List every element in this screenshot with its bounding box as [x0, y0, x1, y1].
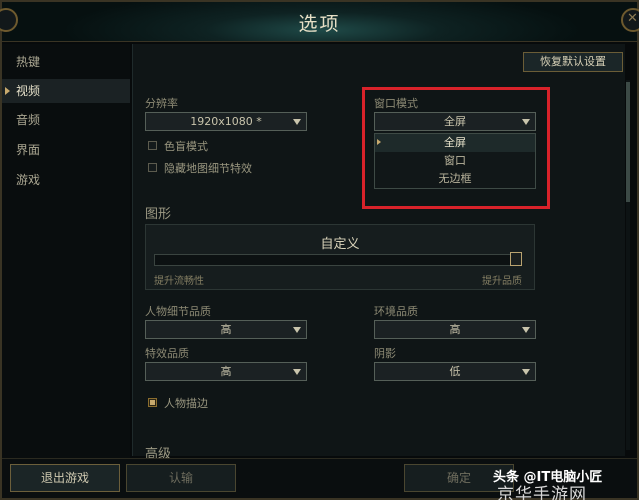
chevron-down-icon — [293, 119, 301, 125]
character-quality-value: 高 — [220, 323, 232, 336]
shadow-quality-value: 低 — [449, 365, 461, 378]
sidebar-item-video[interactable]: 视频 — [2, 79, 130, 103]
graphics-slider-track[interactable] — [154, 254, 522, 266]
environment-quality-value: 高 — [449, 323, 461, 336]
colorblind-checkbox[interactable] — [148, 141, 157, 150]
chevron-down-icon — [522, 327, 530, 333]
character-outline-label: 人物描边 — [164, 397, 208, 410]
sidebar-item-hotkeys[interactable]: 热键 — [2, 50, 130, 74]
exit-game-button[interactable]: 退出游戏 — [10, 464, 120, 492]
close-icon: ✕ — [627, 11, 638, 26]
watermark-line-2: 京华手游网 — [497, 485, 587, 500]
sidebar: 热键 视频 音频 界面 游戏 — [2, 44, 130, 460]
sidebar-item-game[interactable]: 游戏 — [2, 168, 130, 192]
effects-quality-value: 高 — [220, 365, 232, 378]
environment-quality-label: 环境品质 — [374, 305, 418, 318]
graphics-section-title: 图形 — [145, 207, 172, 222]
chevron-down-icon — [293, 369, 301, 375]
chevron-down-icon — [522, 369, 530, 375]
character-outline-checkbox[interactable] — [148, 398, 157, 407]
graphics-preset-box: 自定义 提升流畅性 提升品质 — [145, 224, 535, 290]
hide-map-detail-checkbox[interactable] — [148, 163, 157, 172]
effects-quality-dropdown[interactable]: 高 — [145, 362, 307, 381]
slider-right-label: 提升品质 — [482, 276, 522, 287]
title-bar: 选项 — [2, 2, 637, 42]
hide-map-detail-label: 隐藏地图细节特效 — [164, 162, 252, 175]
shadow-quality-label: 阴影 — [374, 347, 396, 360]
chevron-down-icon — [293, 327, 301, 333]
close-button[interactable]: ✕ — [621, 8, 639, 32]
effects-quality-label: 特效品质 — [145, 347, 189, 360]
window-title: 选项 — [298, 13, 341, 35]
environment-quality-dropdown[interactable]: 高 — [374, 320, 536, 339]
resolution-dropdown[interactable]: 1920x1080 * — [145, 112, 307, 131]
surrender-button[interactable]: 认输 — [126, 464, 236, 492]
scrollbar-thumb[interactable] — [626, 82, 630, 202]
character-quality-label: 人物细节品质 — [145, 305, 211, 318]
graphics-slider-thumb[interactable] — [510, 252, 522, 266]
colorblind-label: 色盲模式 — [164, 140, 208, 153]
slider-left-label: 提升流畅性 — [154, 276, 204, 287]
sidebar-item-interface[interactable]: 界面 — [2, 138, 130, 162]
restore-defaults-button[interactable]: 恢复默认设置 — [523, 52, 623, 72]
character-quality-dropdown[interactable]: 高 — [145, 320, 307, 339]
shadow-quality-dropdown[interactable]: 低 — [374, 362, 536, 381]
resolution-value: 1920x1080 * — [190, 115, 262, 128]
highlight-box — [362, 87, 550, 209]
resolution-label: 分辨率 — [145, 97, 178, 110]
sidebar-item-audio[interactable]: 音频 — [2, 108, 130, 132]
graphics-preset-value: 自定义 — [320, 237, 360, 252]
